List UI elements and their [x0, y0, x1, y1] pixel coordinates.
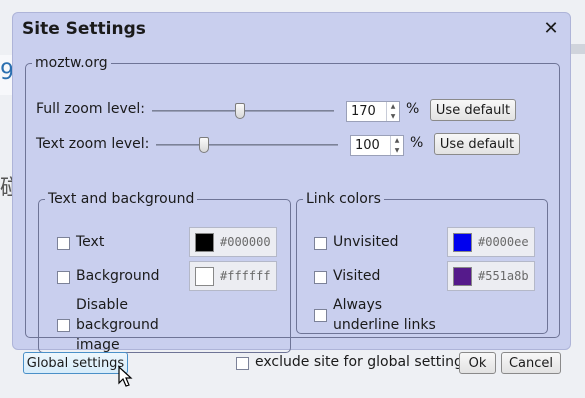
text-background-legend: Text and background — [48, 191, 195, 207]
visited-color-hex: #551a8b — [478, 269, 529, 283]
background-color-checkbox[interactable] — [57, 271, 70, 284]
visited-color-checkbox[interactable] — [314, 271, 327, 284]
site-settings-dialog: Site Settings ✕ moztw.org Full zoom leve… — [12, 12, 571, 353]
text-color-checkbox[interactable] — [57, 237, 70, 250]
visited-color-picker[interactable]: #551a8b — [447, 261, 535, 291]
unvisited-color-label: Unvisited — [333, 234, 399, 250]
disable-bg-image-label-2: background — [76, 317, 159, 333]
link-colors-legend: Link colors — [306, 191, 381, 207]
text-zoom-spinbox[interactable]: 100 ▲ ▼ — [350, 135, 404, 156]
text-background-fieldset: Text and background Text #000000 Backgro… — [38, 191, 291, 353]
exclude-site-checkbox[interactable] — [236, 357, 249, 370]
close-icon[interactable]: ✕ — [540, 19, 562, 39]
unvisited-color-picker[interactable]: #0000ee — [447, 227, 535, 257]
exclude-site-label: exclude site for global settings — [255, 354, 471, 370]
underline-links-label-2: underline links — [333, 317, 436, 333]
disable-bg-image-label-1: Disable — [76, 297, 128, 313]
full-zoom-default-button[interactable]: Use default — [430, 99, 516, 121]
text-color-label: Text — [76, 234, 105, 250]
text-zoom-unit: % — [410, 135, 424, 151]
site-legend: moztw.org — [35, 55, 108, 71]
visited-color-label: Visited — [333, 268, 381, 284]
disable-bg-image-checkbox[interactable] — [57, 319, 70, 332]
unvisited-color-checkbox[interactable] — [314, 237, 327, 250]
full-zoom-unit: % — [406, 101, 420, 117]
text-zoom-default-button[interactable]: Use default — [434, 133, 520, 155]
link-colors-fieldset: Link colors Unvisited #0000ee Visited #5… — [296, 191, 548, 334]
full-zoom-slider[interactable] — [152, 103, 334, 119]
mouse-cursor-icon — [118, 366, 133, 387]
background-page-edge-right — [571, 44, 585, 54]
text-color-picker[interactable]: #000000 — [189, 227, 277, 257]
spin-arrow-icon[interactable]: ▲ ▼ — [386, 102, 399, 121]
background-color-picker[interactable]: #ffffff — [189, 261, 277, 291]
ok-button[interactable]: Ok — [459, 352, 496, 374]
dialog-title: Site Settings — [22, 19, 146, 39]
visited-color-swatch — [453, 266, 472, 286]
disable-bg-image-label-3: image — [76, 337, 120, 353]
full-zoom-label: Full zoom level: — [36, 101, 145, 117]
full-zoom-slider-thumb[interactable] — [234, 103, 245, 119]
text-zoom-slider[interactable] — [156, 137, 338, 153]
text-zoom-value: 100 — [355, 138, 380, 153]
text-color-swatch — [195, 232, 214, 252]
text-zoom-slider-thumb[interactable] — [199, 137, 209, 153]
background-color-hex: #ffffff — [220, 269, 271, 283]
underline-links-label-1: Always — [333, 297, 383, 313]
text-color-hex: #000000 — [220, 235, 271, 249]
text-zoom-label: Text zoom level: — [36, 136, 150, 152]
cancel-button[interactable]: Cancel — [501, 352, 561, 374]
unvisited-color-swatch — [453, 232, 472, 252]
underline-links-checkbox[interactable] — [314, 309, 327, 322]
spin-arrow-icon[interactable]: ▲ ▼ — [390, 136, 403, 155]
background-color-swatch — [195, 266, 214, 286]
text-zoom-slider-track — [156, 144, 338, 146]
background-color-label: Background — [76, 268, 160, 284]
unvisited-color-hex: #0000ee — [478, 235, 529, 249]
full-zoom-spinbox[interactable]: 170 ▲ ▼ — [346, 101, 400, 122]
site-fieldset: moztw.org Full zoom level: 170 ▲ ▼ % Use … — [25, 55, 560, 353]
global-settings-button[interactable]: Global settings — [23, 352, 128, 374]
full-zoom-value: 170 — [351, 104, 376, 119]
